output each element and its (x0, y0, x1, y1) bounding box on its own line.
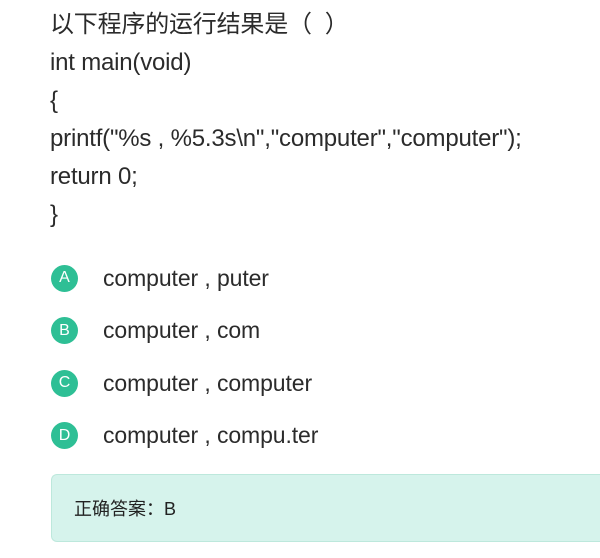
code-line-close-brace: } (50, 201, 58, 228)
option-d-text: computer , compu.ter (103, 422, 319, 449)
option-c[interactable]: C computer , computer (51, 357, 591, 410)
option-a-text: computer , puter (103, 264, 269, 291)
question-stem: 以下程序的运行结果是（ ） int main(void) { printf("%… (50, 6, 595, 234)
code-line-printf: printf("%s , %5.3s\n","computer","comput… (50, 125, 522, 152)
correct-answer-box: 正确答案：B (51, 474, 600, 542)
option-b[interactable]: B computer , com (51, 305, 591, 358)
question-title: 以下程序的运行结果是（ ） (50, 11, 349, 38)
option-a[interactable]: A computer , puter (51, 252, 591, 305)
code-line-return: return 0; (50, 163, 138, 190)
code-line-open-brace: { (50, 87, 58, 114)
options-list: A computer , puter B computer , com C co… (51, 252, 591, 462)
option-a-badge: A (51, 264, 78, 292)
correct-answer-label: 正确答案：B (74, 499, 177, 519)
option-b-badge: B (51, 317, 78, 345)
option-c-badge: C (51, 369, 78, 397)
option-d-badge: D (51, 422, 78, 450)
option-c-text: computer , computer (103, 369, 313, 396)
option-d[interactable]: D computer , compu.ter (51, 410, 591, 463)
code-line-main: int main(void) (50, 49, 192, 76)
option-b-text: computer , com (103, 317, 261, 344)
